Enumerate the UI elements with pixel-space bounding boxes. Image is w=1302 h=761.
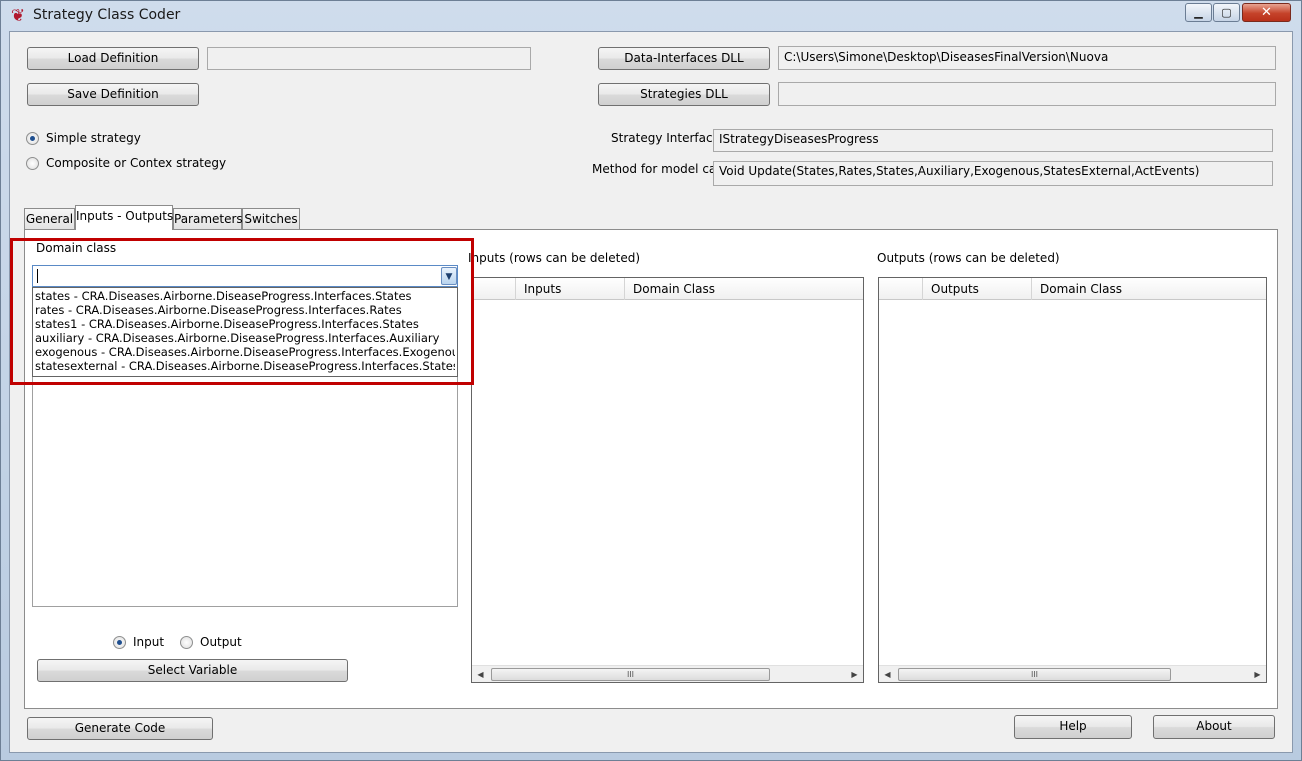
output-radio-label: Output bbox=[200, 635, 242, 649]
app-logo-icon: ❦ bbox=[10, 6, 26, 26]
scroll-thumb[interactable]: III bbox=[491, 668, 770, 681]
highlight-annotation-box bbox=[10, 238, 474, 385]
outputs-grid-header: Outputs Domain Class bbox=[879, 278, 1266, 300]
tab-inputs-outputs[interactable]: Inputs - Outputs bbox=[75, 205, 173, 230]
outputs-grid[interactable]: Outputs Domain Class ◀ III ▶ bbox=[878, 277, 1267, 683]
maximize-button[interactable]: ▢ bbox=[1213, 3, 1240, 22]
arrow-left-icon[interactable]: ◀ bbox=[472, 666, 489, 683]
outputs-column-header[interactable]: Outputs bbox=[923, 278, 1032, 300]
row-header-column bbox=[879, 278, 923, 300]
strategy-interface-label: Strategy Interface bbox=[611, 131, 720, 145]
load-definition-button[interactable]: Load Definition bbox=[27, 47, 199, 70]
domain-class-column-header[interactable]: Domain Class bbox=[625, 278, 863, 300]
inputs-column-header[interactable]: Inputs bbox=[516, 278, 625, 300]
strategies-dll-button[interactable]: Strategies DLL bbox=[598, 83, 770, 106]
select-variable-button[interactable]: Select Variable bbox=[37, 659, 348, 682]
input-radio-label: Input bbox=[133, 635, 165, 649]
scroll-thumb[interactable]: III bbox=[898, 668, 1171, 681]
output-radio[interactable] bbox=[180, 636, 193, 649]
inputs-grid-caption: Inputs (rows can be deleted) bbox=[468, 251, 641, 265]
close-button[interactable]: ✕ bbox=[1242, 3, 1291, 22]
load-definition-path-field[interactable] bbox=[207, 47, 531, 70]
composite-strategy-radio[interactable] bbox=[26, 157, 39, 170]
inputs-horizontal-scrollbar[interactable]: ◀ III ▶ bbox=[472, 665, 863, 682]
strategy-interface-field[interactable]: IStrategyDiseasesProgress bbox=[713, 129, 1273, 152]
generate-code-button[interactable]: Generate Code bbox=[27, 717, 213, 740]
arrow-left-icon[interactable]: ◀ bbox=[879, 666, 896, 683]
inputs-grid-header: Inputs Domain Class bbox=[472, 278, 863, 300]
data-interfaces-dll-button[interactable]: Data-Interfaces DLL bbox=[598, 47, 770, 70]
about-button[interactable]: About bbox=[1153, 715, 1275, 739]
inputs-grid[interactable]: Inputs Domain Class ◀ III ▶ bbox=[471, 277, 864, 683]
tab-general[interactable]: General bbox=[24, 208, 75, 229]
outputs-grid-caption: Outputs (rows can be deleted) bbox=[877, 251, 1060, 265]
method-call-label: Method for model call bbox=[592, 162, 723, 176]
arrow-right-icon[interactable]: ▶ bbox=[1249, 666, 1266, 683]
data-interfaces-path-field[interactable]: C:\Users\Simone\Desktop\DiseasesFinalVer… bbox=[778, 46, 1276, 70]
tab-switches[interactable]: Switches bbox=[242, 208, 300, 229]
save-definition-button[interactable]: Save Definition bbox=[27, 83, 199, 106]
input-radio[interactable] bbox=[113, 636, 126, 649]
strategies-path-field[interactable] bbox=[778, 82, 1276, 106]
composite-strategy-label: Composite or Contex strategy bbox=[46, 156, 227, 170]
domain-class-column-header[interactable]: Domain Class bbox=[1032, 278, 1266, 300]
minimize-button[interactable]: ▁ bbox=[1185, 3, 1212, 22]
title-bar[interactable]: ❦ Strategy Class Coder ▁ ▢ ✕ bbox=[1, 1, 1299, 31]
outputs-horizontal-scrollbar[interactable]: ◀ III ▶ bbox=[879, 665, 1266, 682]
method-call-field[interactable]: Void Update(States,Rates,States,Auxiliar… bbox=[713, 161, 1273, 186]
row-header-column bbox=[472, 278, 516, 300]
arrow-right-icon[interactable]: ▶ bbox=[846, 666, 863, 683]
help-button[interactable]: Help bbox=[1014, 715, 1132, 739]
window-title: Strategy Class Coder bbox=[33, 7, 181, 23]
simple-strategy-radio[interactable] bbox=[26, 132, 39, 145]
simple-strategy-label: Simple strategy bbox=[46, 131, 141, 145]
tab-parameters[interactable]: Parameters bbox=[173, 208, 243, 229]
